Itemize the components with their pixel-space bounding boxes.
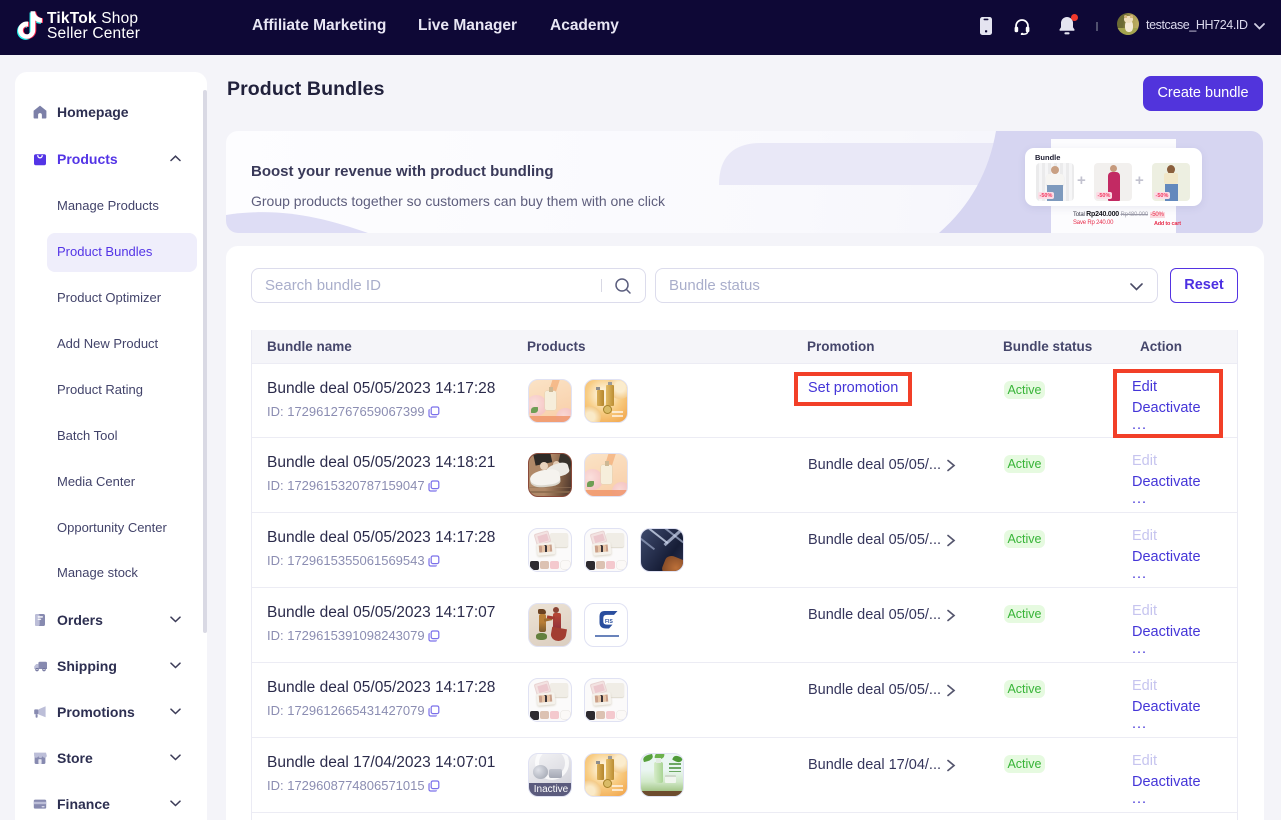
svg-text:FIS: FIS xyxy=(605,619,613,625)
